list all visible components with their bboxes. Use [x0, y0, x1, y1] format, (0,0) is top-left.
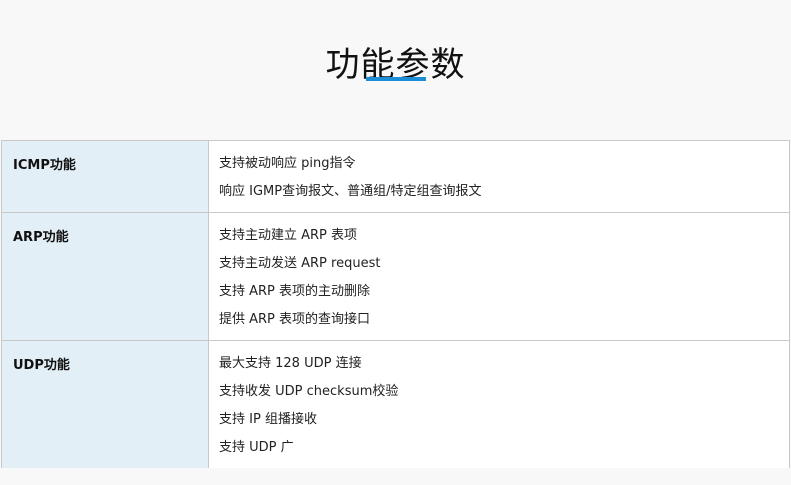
- table-row: ICMP功能 支持被动响应 ping指令 响应 IGMP查询报文、普通组/特定组…: [1, 140, 790, 213]
- list-item: 支持 IP 组播接收: [219, 412, 317, 427]
- list-item: 最大支持 128 UDP 连接: [219, 356, 362, 371]
- page: 功能参数 ICMP功能 支持被动响应 ping指令 响应 IGMP查询报文、普通…: [0, 0, 791, 485]
- row-label-cell: ARP功能: [1, 212, 209, 341]
- row-value-cell: 最大支持 128 UDP 连接 支持收发 UDP checksum校验 支持 I…: [208, 340, 790, 468]
- spec-table: ICMP功能 支持被动响应 ping指令 响应 IGMP查询报文、普通组/特定组…: [1, 140, 790, 468]
- list-item: 支持主动发送 ARP request: [219, 256, 381, 271]
- row-label-cell: ICMP功能: [1, 140, 209, 213]
- list-item: 支持 UDP 广: [219, 440, 294, 455]
- table-row: ARP功能 支持主动建立 ARP 表项 支持主动发送 ARP request 支…: [1, 212, 790, 341]
- row-label: UDP功能: [13, 358, 70, 373]
- list-item: 支持主动建立 ARP 表项: [219, 228, 358, 243]
- row-value-cell: 支持主动建立 ARP 表项 支持主动发送 ARP request 支持 ARP …: [208, 212, 790, 341]
- list-item: 提供 ARP 表项的查询接口: [219, 312, 371, 327]
- list-item: 支持被动响应 ping指令: [219, 156, 356, 171]
- section-header: 功能参数: [0, 0, 791, 140]
- list-item: 响应 IGMP查询报文、普通组/特定组查询报文: [219, 184, 482, 199]
- feature-list: 最大支持 128 UDP 连接 支持收发 UDP checksum校验 支持 I…: [209, 341, 789, 468]
- title-underline: [366, 77, 426, 81]
- list-item: 支持收发 UDP checksum校验: [219, 384, 399, 399]
- row-label-cell: UDP功能: [1, 340, 209, 468]
- feature-list: 支持被动响应 ping指令 响应 IGMP查询报文、普通组/特定组查询报文: [209, 141, 789, 212]
- feature-list: 支持主动建立 ARP 表项 支持主动发送 ARP request 支持 ARP …: [209, 213, 789, 340]
- table-row: UDP功能 最大支持 128 UDP 连接 支持收发 UDP checksum校…: [1, 340, 790, 468]
- row-label: ARP功能: [13, 230, 69, 245]
- row-label: ICMP功能: [13, 158, 76, 173]
- row-value-cell: 支持被动响应 ping指令 响应 IGMP查询报文、普通组/特定组查询报文: [208, 140, 790, 213]
- list-item: 支持 ARP 表项的主动删除: [219, 284, 371, 299]
